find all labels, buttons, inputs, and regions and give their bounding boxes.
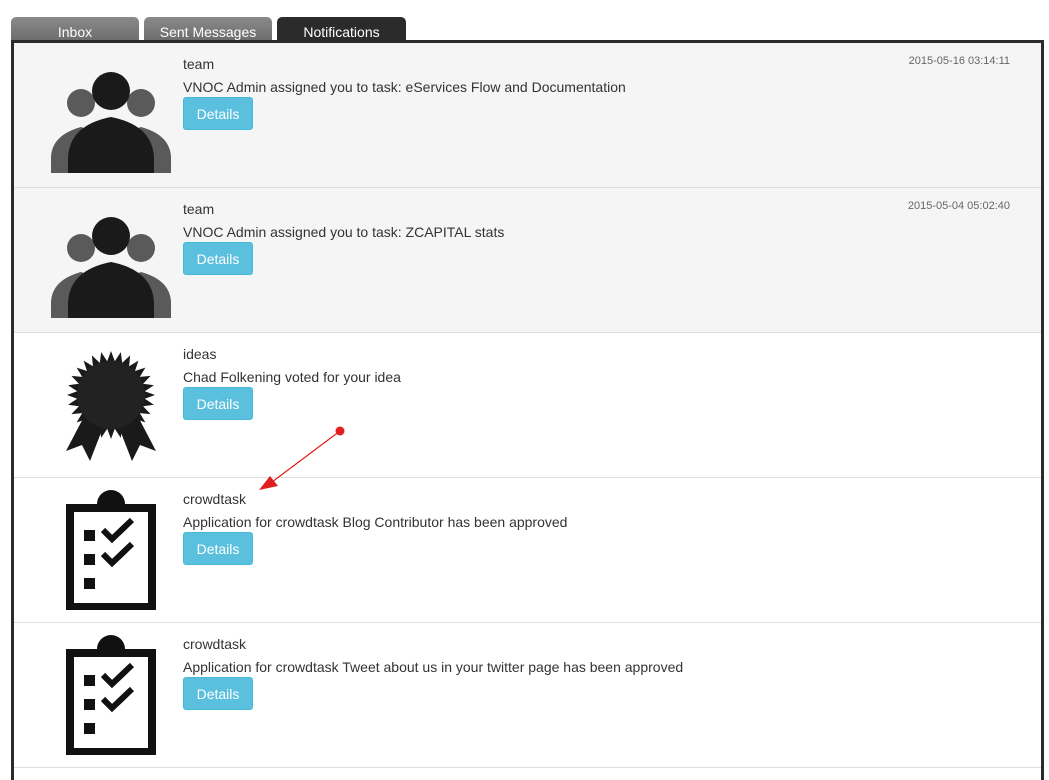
notifications-panel: team VNOC Admin assigned you to task: eS… bbox=[11, 40, 1044, 780]
notification-category: team bbox=[183, 56, 215, 72]
notification-row: crowdtask Application for crowdtask Blog… bbox=[14, 478, 1041, 623]
notification-row: team VNOC Admin assigned you to task: ZC… bbox=[14, 188, 1041, 333]
tab-sent-messages[interactable]: Sent Messages bbox=[144, 17, 272, 40]
tab-inbox[interactable]: Inbox bbox=[11, 17, 139, 40]
details-button[interactable]: Details bbox=[183, 677, 253, 710]
details-button[interactable]: Details bbox=[183, 387, 253, 420]
details-button[interactable]: Details bbox=[183, 532, 253, 565]
notification-category: ideas bbox=[183, 346, 217, 362]
notification-timestamp: 2015-05-04 05:02:40 bbox=[907, 200, 1010, 212]
notification-timestamp: 2015-05-16 03:14:11 bbox=[908, 55, 1010, 67]
award-ribbon-icon bbox=[46, 347, 176, 465]
notification-row: team VNOC Admin assigned you to task: eS… bbox=[14, 43, 1041, 188]
notification-row: crowdtask Application for crowdtask Twee… bbox=[14, 623, 1041, 768]
notification-message: Application for crowdtask Blog Contribut… bbox=[183, 514, 568, 530]
notification-category: team bbox=[183, 201, 215, 217]
team-icon bbox=[46, 65, 176, 173]
tab-notifications[interactable]: Notifications bbox=[277, 17, 406, 40]
notification-message: VNOC Admin assigned you to task: eServic… bbox=[183, 79, 626, 95]
notification-row: ideas Chad Folkening voted for your idea… bbox=[14, 333, 1041, 478]
notification-message: Chad Folkening voted for your idea bbox=[183, 369, 401, 385]
notification-category: crowdtask bbox=[183, 636, 247, 652]
details-button[interactable]: Details bbox=[183, 97, 253, 130]
clipboard-checklist-icon bbox=[46, 490, 176, 610]
notification-message: VNOC Admin assigned you to task: ZCAPITA… bbox=[183, 224, 505, 240]
clipboard-checklist-icon bbox=[46, 635, 176, 755]
notification-message: Application for crowdtask Tweet about us… bbox=[183, 659, 684, 675]
notification-category: crowdtask bbox=[183, 491, 247, 507]
details-button[interactable]: Details bbox=[183, 242, 253, 275]
team-icon bbox=[46, 210, 176, 318]
